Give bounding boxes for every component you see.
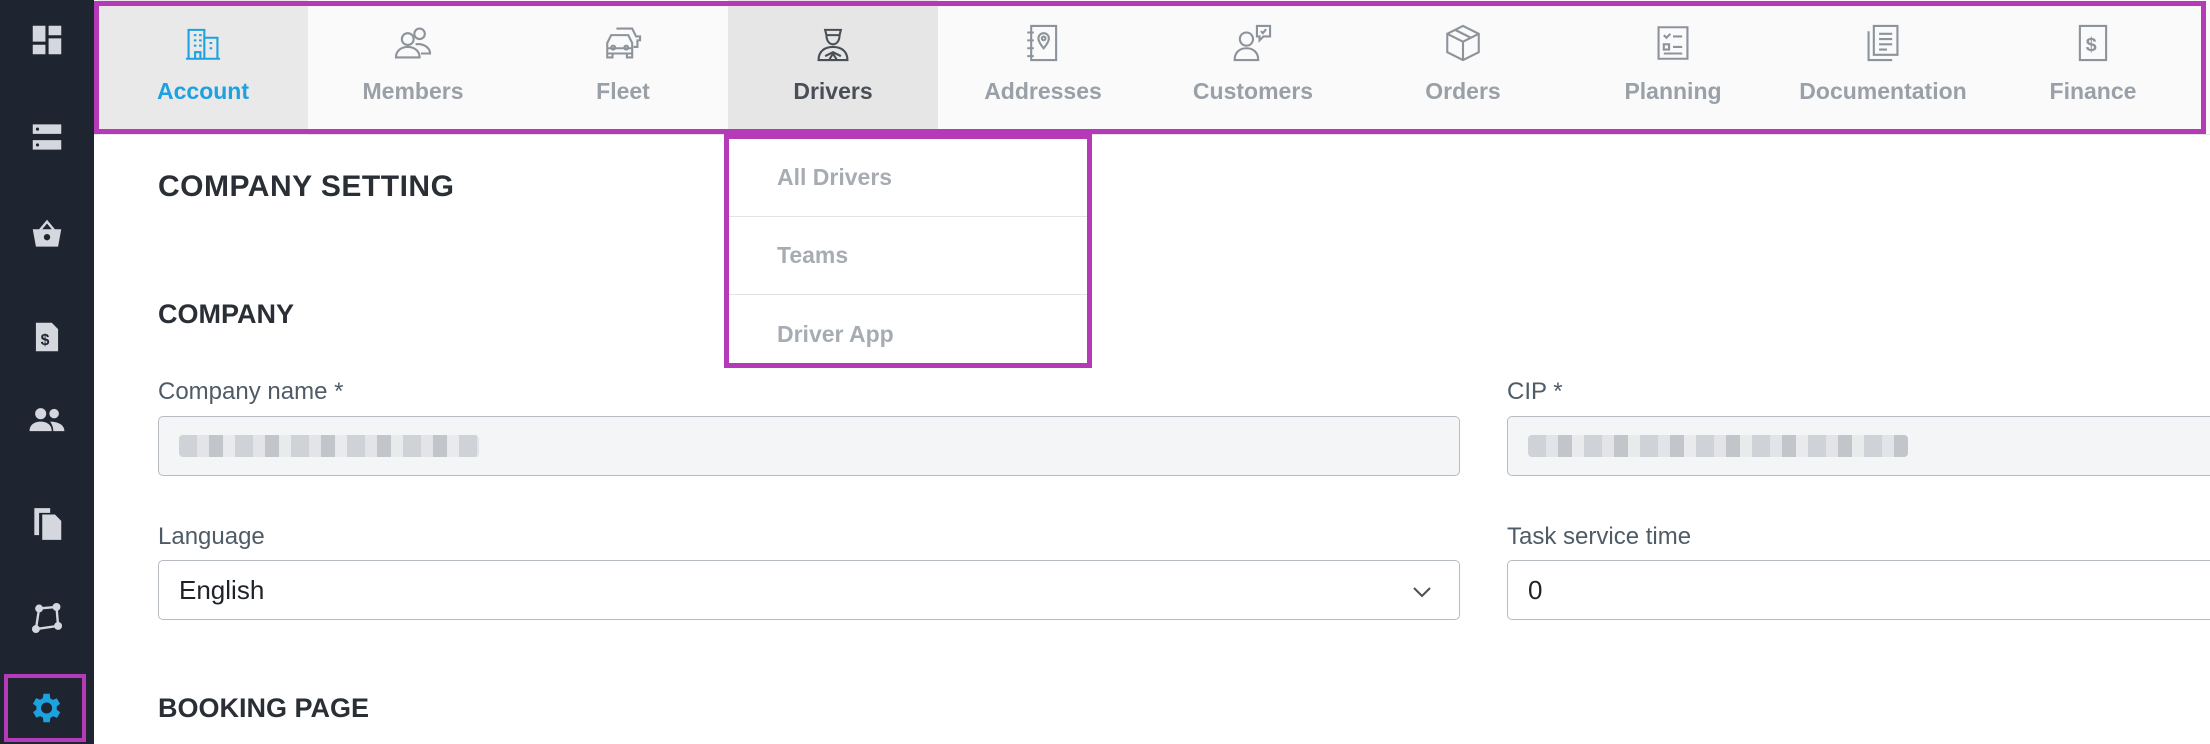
sidebar-dashboard[interactable]: [0, 0, 94, 80]
tab-documentation[interactable]: Documentation: [1778, 0, 1988, 135]
sidebar-invoice[interactable]: $: [0, 297, 94, 377]
drivers-dropdown-menu: All Drivers Teams Driver App: [724, 134, 1092, 368]
tab-orders[interactable]: Orders: [1358, 0, 1568, 135]
tab-finance[interactable]: $ Finance: [1988, 0, 2198, 135]
task-service-time-input[interactable]: 0: [1507, 560, 2210, 620]
tab-label: Drivers: [793, 78, 873, 104]
customer-icon: [1232, 22, 1274, 64]
tab-label: Addresses: [984, 78, 1102, 104]
sidebar-documents[interactable]: [0, 484, 94, 564]
checklist-icon: [1652, 22, 1694, 64]
tab-members[interactable]: Members: [308, 0, 518, 135]
dashboard-icon: [32, 25, 62, 55]
members-icon: [392, 22, 434, 64]
company-name-field[interactable]: [158, 416, 1460, 476]
top-navigation: Account Members Fleet Drivers Addresses …: [94, 0, 2210, 135]
tab-label: Finance: [2049, 78, 2137, 104]
tab-label: Members: [362, 78, 464, 104]
gear-icon: [32, 693, 61, 723]
storage-icon: [32, 124, 62, 150]
sidebar-storage[interactable]: [0, 97, 94, 177]
sidebar-settings[interactable]: [3, 673, 87, 743]
task-service-time-label: Task service time: [1507, 523, 1692, 550]
svg-text:$: $: [2086, 34, 2097, 56]
section-booking-heading: BOOKING PAGE: [158, 693, 370, 723]
basket-icon: [32, 219, 62, 247]
cip-field[interactable]: [1507, 416, 2210, 476]
cip-label: CIP *: [1507, 378, 1563, 405]
left-sidebar: $: [0, 0, 94, 744]
tab-planning[interactable]: Planning: [1568, 0, 1778, 135]
car-icon: [602, 22, 644, 64]
people-icon: [29, 408, 65, 432]
sidebar-people[interactable]: [0, 380, 94, 460]
redacted-value: [1528, 435, 1908, 457]
tab-label: Orders: [1425, 78, 1501, 104]
task-service-time-value: 0: [1528, 574, 1543, 605]
menu-item-driver-app[interactable]: Driver App: [729, 295, 1087, 373]
tab-label: Customers: [1192, 78, 1314, 104]
document-icon: [1862, 22, 1904, 64]
tab-fleet[interactable]: Fleet: [518, 0, 728, 135]
documents-icon: [34, 508, 62, 540]
sidebar-route[interactable]: [0, 578, 94, 658]
language-label: Language: [158, 523, 265, 550]
route-icon: [31, 602, 63, 634]
menu-item-all-drivers[interactable]: All Drivers: [729, 139, 1087, 217]
tab-drivers[interactable]: Drivers: [728, 0, 938, 135]
company-name-label: Company name *: [158, 378, 344, 405]
box-icon: [1442, 22, 1484, 64]
sidebar-basket[interactable]: [0, 194, 94, 274]
tab-label: Documentation: [1799, 78, 1967, 104]
invoice-icon: $: [35, 322, 59, 352]
driver-icon: [812, 22, 854, 64]
tab-label: Account: [157, 78, 249, 104]
tab-account[interactable]: Account: [98, 0, 308, 135]
dollar-icon: $: [2072, 22, 2114, 64]
tab-label: Planning: [1624, 78, 1722, 104]
svg-text:$: $: [41, 332, 50, 349]
building-icon: [182, 22, 224, 64]
address-book-icon: [1022, 22, 1064, 64]
chevron-down-icon: [1411, 579, 1433, 601]
tab-customers[interactable]: Customers: [1148, 0, 1358, 135]
language-value: English: [179, 574, 265, 605]
tab-label: Fleet: [596, 78, 650, 104]
language-select[interactable]: English: [158, 560, 1460, 620]
section-company-heading: COMPANY: [158, 299, 295, 329]
menu-item-teams[interactable]: Teams: [729, 217, 1087, 295]
tab-addresses[interactable]: Addresses: [938, 0, 1148, 135]
page-title: COMPANY SETTING: [158, 170, 455, 203]
redacted-value: [179, 435, 479, 457]
